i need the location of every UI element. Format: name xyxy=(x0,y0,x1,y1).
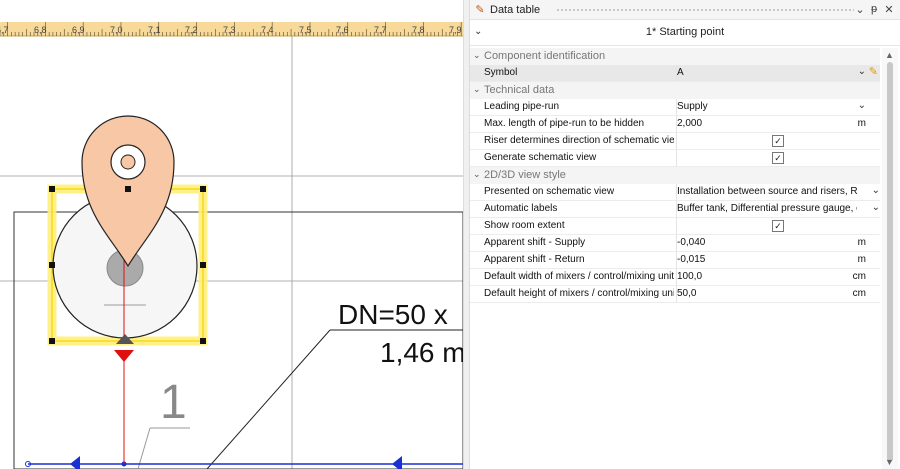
object-selector[interactable]: ⌄ 1* Starting point xyxy=(470,20,900,46)
property-row-default-width[interactable]: Default width of mixers / control/mixing… xyxy=(470,269,880,286)
grip-handle[interactable] xyxy=(200,186,206,192)
property-row-max-length[interactable]: Max. length of pipe-run to be hidden 2,0… xyxy=(470,116,880,133)
callout-leader xyxy=(137,427,151,469)
generate-schematic-checkbox[interactable]: ✓ xyxy=(772,152,784,164)
property-row-room-extent[interactable]: Show room extent ✓ xyxy=(470,218,880,235)
callout-number: 1 xyxy=(160,376,187,429)
panel-title: Data table xyxy=(490,4,541,16)
ruler-label: 7,1 xyxy=(148,25,161,35)
chevron-down-icon[interactable]: ⌄ xyxy=(872,185,880,196)
scroll-down-icon[interactable]: ▼ xyxy=(885,457,894,467)
edit-pencil-icon[interactable]: ✎ xyxy=(869,65,878,78)
vertical-scrollbar[interactable]: ▲ ▼ xyxy=(882,48,898,469)
pane-splitter[interactable] xyxy=(463,0,470,469)
grip-handle[interactable] xyxy=(200,338,206,344)
ruler-label: 7,9 xyxy=(449,25,462,35)
canvas-svg[interactable]: 6,7 6,8 6,9 7,0 7,1 7,2 7,3 7,4 7,5 7,6 … xyxy=(0,0,463,469)
ruler-label: 6,8 xyxy=(34,25,47,35)
ruler-label: 7,0 xyxy=(110,25,123,35)
panel-grip[interactable] xyxy=(556,8,854,12)
data-table-icon: ✎ xyxy=(475,4,485,16)
chevron-down-icon[interactable]: ⌄ xyxy=(854,3,866,16)
chevron-down-icon[interactable]: ⌄ xyxy=(473,84,481,95)
property-row-default-height[interactable]: Default height of mixers / control/mixin… xyxy=(470,286,880,303)
chevron-down-icon[interactable]: ⌄ xyxy=(473,50,481,61)
ruler-label: 7,8 xyxy=(412,25,425,35)
ruler-label: 7,5 xyxy=(299,25,312,35)
flow-arrow-icon xyxy=(70,456,80,469)
scroll-thumb[interactable] xyxy=(887,62,893,462)
dimension-text: 1,46 m xyxy=(380,337,463,368)
property-row-symbol[interactable]: Symbol A ⌄ ✎ xyxy=(470,65,880,82)
pin-icon[interactable]: ᵽ xyxy=(868,3,880,15)
shift-return-input[interactable]: -0,015 m xyxy=(676,252,880,268)
ruler-label: 7,7 xyxy=(374,25,387,35)
property-row-generate-schematic[interactable]: Generate schematic view ✓ xyxy=(470,150,880,167)
category-view-style[interactable]: ⌄ 2D/3D view style xyxy=(470,167,880,184)
ruler-label: 6,9 xyxy=(72,25,85,35)
automatic-labels-select[interactable]: Buffer tank, Differential pressure gauge… xyxy=(676,201,880,217)
chevron-down-icon[interactable]: ⌄ xyxy=(858,100,866,111)
property-row-automatic-labels[interactable]: Automatic labels Buffer tank, Differenti… xyxy=(470,201,880,218)
riser-direction-checkbox[interactable]: ✓ xyxy=(772,135,784,147)
scroll-up-icon[interactable]: ▲ xyxy=(885,50,894,60)
grip-handle[interactable] xyxy=(125,186,131,192)
ruler-label: 7,3 xyxy=(223,25,236,35)
ruler-label: 6,7 xyxy=(0,25,9,35)
close-icon[interactable]: ✕ xyxy=(883,3,895,16)
grip-handle[interactable] xyxy=(49,186,55,192)
shift-supply-input[interactable]: -0,040 m xyxy=(676,235,880,251)
category-component-identification[interactable]: ⌄ Component identification xyxy=(470,48,880,65)
property-row-shift-return[interactable]: Apparent shift - Return -0,015 m xyxy=(470,252,880,269)
chevron-down-icon[interactable]: ⌄ xyxy=(858,66,866,77)
leading-pipe-run-select[interactable]: Supply ⌄ xyxy=(676,99,880,115)
property-row-leading-pipe-run[interactable]: Leading pipe-run Supply ⌄ xyxy=(470,99,880,116)
property-row-riser-direction[interactable]: Riser determines direction of schematic … xyxy=(470,133,880,150)
chevron-down-icon[interactable]: ⌄ xyxy=(473,169,481,180)
room-extent-checkbox[interactable]: ✓ xyxy=(772,220,784,232)
flow-arrow-icon xyxy=(392,456,402,469)
selected-object-title: 1* Starting point xyxy=(645,26,725,38)
dimension-leader xyxy=(206,329,331,469)
drawing-canvas[interactable]: 6,7 6,8 6,9 7,0 7,1 7,2 7,3 7,4 7,5 7,6 … xyxy=(0,0,463,469)
ruler-label: 7,2 xyxy=(185,25,198,35)
grip-handle[interactable] xyxy=(49,262,55,268)
chevron-down-icon[interactable]: ⌄ xyxy=(872,202,880,213)
property-row-presented[interactable]: Presented on schematic view Installation… xyxy=(470,184,880,201)
default-height-input[interactable]: 50,0 cm xyxy=(676,286,880,302)
grip-handle[interactable] xyxy=(49,338,55,344)
property-row-shift-supply[interactable]: Apparent shift - Supply -0,040 m xyxy=(470,235,880,252)
symbol-value[interactable]: A ⌄ ✎ xyxy=(676,65,880,81)
property-grid: ⌄ Component identification Symbol A ⌄ ✎ … xyxy=(470,48,880,303)
grip-handle[interactable] xyxy=(200,262,206,268)
default-width-input[interactable]: 100,0 cm xyxy=(676,269,880,285)
panel-header: ✎ Data table ⌄ ᵽ ✕ xyxy=(470,0,900,20)
data-table-panel: ✎ Data table ⌄ ᵽ ✕ ⌄ 1* Starting point ⌄… xyxy=(470,0,900,469)
riser-arrow-icon xyxy=(114,350,134,362)
max-length-input[interactable]: 2,000 m xyxy=(676,116,880,132)
ruler-label: 7,6 xyxy=(336,25,349,35)
ruler-label: 7,4 xyxy=(261,25,274,35)
presented-select[interactable]: Installation between source and risers, … xyxy=(676,184,880,200)
dimension-text: DN=50 x xyxy=(338,299,448,330)
category-technical-data[interactable]: ⌄ Technical data xyxy=(470,82,880,99)
